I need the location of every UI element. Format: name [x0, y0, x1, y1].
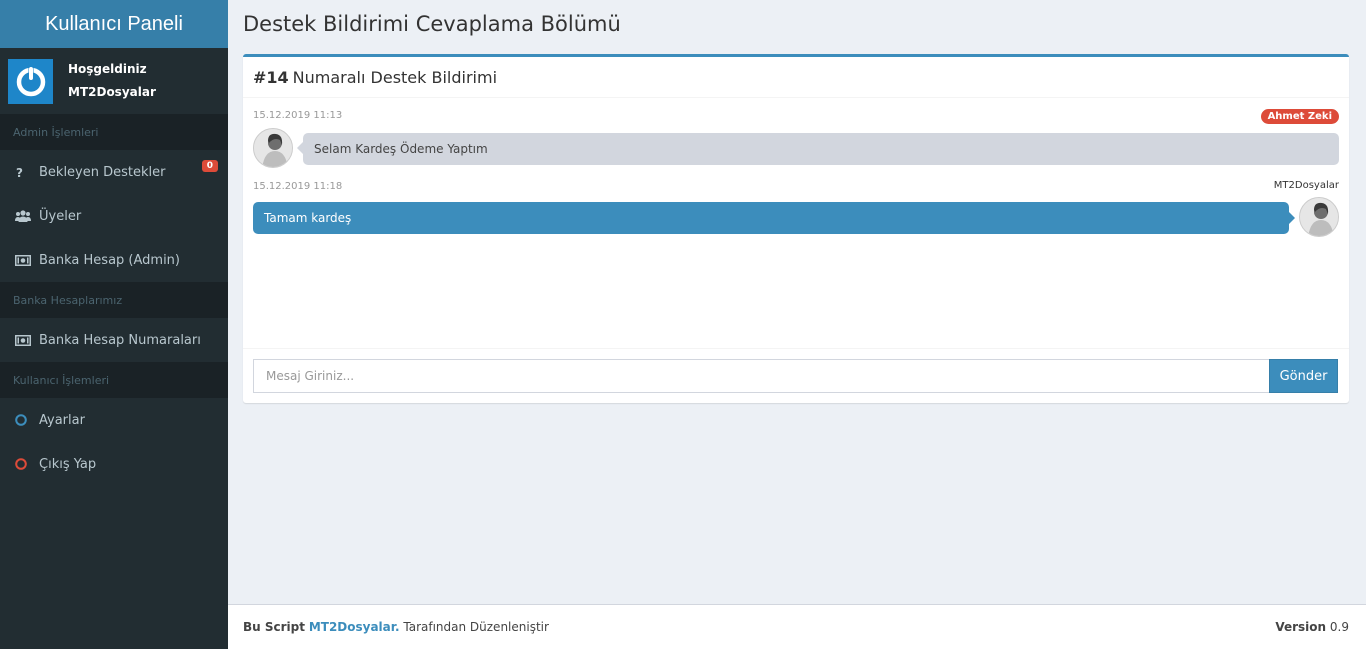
- circle-red-icon: [15, 458, 39, 470]
- author-name: MT2Dosyalar: [1273, 180, 1339, 191]
- message-bubble: Tamam kardeş: [253, 202, 1289, 234]
- message-date: 15.12.2019 11:13: [253, 110, 343, 121]
- brand-title: Kullanıcı Paneli: [45, 12, 183, 35]
- author-badge: Ahmet Zeki: [1260, 109, 1339, 124]
- question-icon: ?: [15, 166, 39, 178]
- message-input[interactable]: [253, 359, 1270, 393]
- user-name: MT2Dosyalar: [68, 85, 156, 99]
- footer-credit: Bu Script MT2Dosyalar. Tarafından Düzenl…: [243, 620, 549, 634]
- send-button[interactable]: Gönder: [1269, 359, 1338, 393]
- power-logo-icon: [8, 58, 53, 104]
- chat-messages: 15.12.2019 11:13 Ahmet Zeki Selam Kardeş…: [243, 98, 1349, 348]
- user-panel: Hoşgeldiniz MT2Dosyalar: [0, 48, 228, 114]
- user-greeting: Hoşgeldiniz: [68, 62, 147, 76]
- sidebar-item-bank-admin[interactable]: Banka Hesap (Admin): [0, 238, 228, 282]
- sidebar: Kullanıcı Paneli Hoşgeldiniz MT2Dosyalar…: [0, 0, 228, 649]
- footer-version: Version 0.9: [1275, 620, 1349, 634]
- sidebar-item-bank-numbers[interactable]: Banka Hesap Numaraları: [0, 318, 228, 362]
- ticket-box: #14 Numaralı Destek Bildirimi 15.12.2019…: [243, 54, 1349, 403]
- message-bubble: Selam Kardeş Ödeme Yaptım: [303, 133, 1339, 165]
- footer-suffix: Tarafından Düzenleniştir: [403, 620, 549, 634]
- message-date: 15.12.2019 11:18: [253, 181, 343, 192]
- sidebar-item-label: Üyeler: [39, 208, 82, 224]
- sidebar-item-settings[interactable]: Ayarlar: [0, 398, 228, 442]
- sidebar-item-label: Bekleyen Destekler: [39, 164, 166, 180]
- main-content: Destek Bildirimi Cevaplama Bölümü #14 Nu…: [228, 0, 1366, 604]
- ticket-title: Numaralı Destek Bildirimi: [292, 67, 498, 87]
- message-text: Selam Kardeş Ödeme Yaptım: [314, 142, 488, 156]
- footer-brand-link[interactable]: MT2Dosyalar.: [309, 620, 400, 634]
- section-header-admin: Admin İşlemleri: [0, 114, 228, 150]
- pending-count-badge: 0: [201, 160, 218, 172]
- circle-blue-icon: [15, 414, 39, 426]
- sidebar-item-label: Banka Hesap (Admin): [39, 252, 180, 268]
- section-header-bank: Banka Hesaplarımız: [0, 282, 228, 318]
- page-title: Destek Bildirimi Cevaplama Bölümü: [243, 12, 621, 36]
- money-icon: [15, 254, 39, 266]
- ticket-header: #14 Numaralı Destek Bildirimi: [243, 57, 1349, 98]
- message-form: Gönder: [243, 348, 1349, 403]
- version-number: 0.9: [1329, 620, 1349, 634]
- users-icon: [15, 210, 39, 222]
- sidebar-brand[interactable]: Kullanıcı Paneli: [0, 0, 228, 48]
- sidebar-item-logout[interactable]: Çıkış Yap: [0, 442, 228, 486]
- avatar: [253, 128, 293, 168]
- ticket-number: #14: [253, 67, 289, 87]
- avatar: [1299, 197, 1339, 237]
- bubble-arrow: [1289, 212, 1295, 224]
- svg-text:?: ?: [16, 166, 23, 178]
- sidebar-item-label: Ayarlar: [39, 412, 85, 428]
- sidebar-item-label: Banka Hesap Numaraları: [39, 332, 201, 348]
- footer-prefix: Bu Script: [243, 620, 305, 634]
- user-info: Hoşgeldiniz MT2Dosyalar: [68, 58, 156, 104]
- money-icon: [15, 334, 39, 346]
- section-header-user: Kullanıcı İşlemleri: [0, 362, 228, 398]
- page-footer: Bu Script MT2Dosyalar. Tarafından Düzenl…: [228, 604, 1366, 649]
- sidebar-item-pending-tickets[interactable]: ? Bekleyen Destekler 0: [0, 150, 228, 194]
- sidebar-item-members[interactable]: Üyeler: [0, 194, 228, 238]
- version-label: Version: [1275, 620, 1327, 634]
- message-text: Tamam kardeş: [264, 211, 352, 225]
- sidebar-item-label: Çıkış Yap: [39, 456, 97, 472]
